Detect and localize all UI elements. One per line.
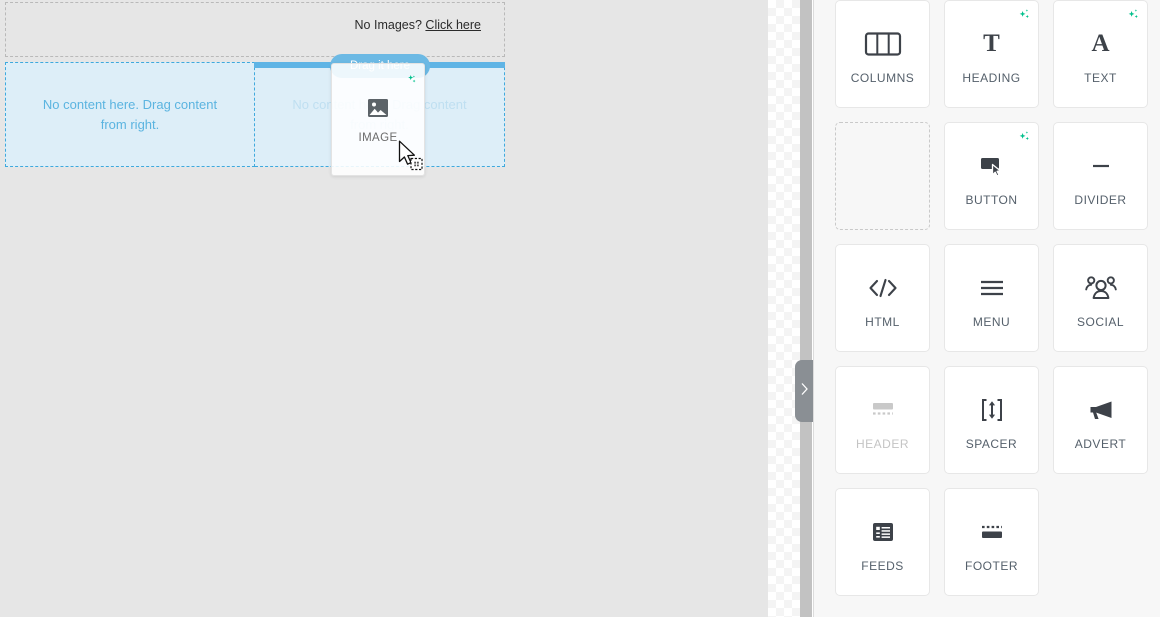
- feeds-icon: [870, 511, 896, 553]
- widget-label: HEADER: [855, 437, 909, 451]
- social-icon: [1083, 267, 1119, 309]
- widget-label: FOOTER: [965, 559, 1018, 573]
- widget-card-divider[interactable]: DIVIDER: [1053, 122, 1148, 230]
- widget-card-heading[interactable]: T HEADING: [944, 0, 1039, 108]
- column-empty-message: No content here. Drag content from right…: [42, 96, 218, 132]
- divider-icon: [1086, 145, 1116, 187]
- widget-card-header[interactable]: HEADER: [835, 366, 930, 474]
- widget-card-spacer[interactable]: SPACER: [944, 366, 1039, 474]
- widget-label: TEXT: [1084, 71, 1117, 85]
- widget-label: SOCIAL: [1076, 315, 1124, 329]
- widget-card-feeds[interactable]: FEEDS: [835, 488, 930, 596]
- menu-icon: [977, 267, 1007, 309]
- canvas-scrollbar-thumb[interactable]: [800, 0, 812, 617]
- widget-grid: COLUMNS T HEADING A TEXT BUTTON DIVIDER …: [835, 0, 1148, 596]
- email-canvas[interactable]: No Images? Click here No content here. D…: [0, 0, 768, 617]
- transparency-checker-strip: [768, 0, 800, 617]
- widget-card-social[interactable]: SOCIAL: [1053, 244, 1148, 352]
- footer-icon: [978, 511, 1006, 553]
- widget-card-empty-slot: [835, 122, 930, 230]
- arrow-drag-copy-cursor: [398, 140, 426, 177]
- heading-icon: T: [983, 30, 1000, 57]
- widget-label: ADVERT: [1074, 437, 1127, 451]
- two-column-row: No content here. Drag content from right…: [5, 62, 505, 167]
- text-icon: A: [1091, 30, 1110, 57]
- email-builder-app: No Images? Click here No content here. D…: [0, 0, 1160, 617]
- widget-label: COLUMNS: [850, 71, 915, 85]
- widget-card-button[interactable]: BUTTON: [944, 122, 1039, 230]
- widget-label: SPACER: [965, 437, 1018, 451]
- image-icon: [332, 98, 424, 118]
- widget-card-advert[interactable]: ADVERT: [1053, 366, 1148, 474]
- widget-label: FEEDS: [861, 559, 904, 573]
- ai-sparkle-icon: [1016, 129, 1032, 150]
- no-images-row: No Images? Click here: [355, 18, 481, 32]
- chevron-right-icon: [800, 382, 809, 401]
- widget-label: BUTTON: [965, 193, 1018, 207]
- panel-collapse-handle[interactable]: [795, 360, 813, 422]
- ai-sparkle-icon: [1016, 7, 1032, 28]
- header-icon: [869, 389, 897, 431]
- no-images-label: No Images?: [354, 18, 422, 32]
- click-here-link[interactable]: Click here: [425, 18, 481, 32]
- header-content-block[interactable]: No Images? Click here: [5, 2, 505, 57]
- widget-card-text[interactable]: A TEXT: [1053, 0, 1148, 108]
- widget-label: MENU: [972, 315, 1011, 329]
- advert-icon: [1086, 389, 1116, 431]
- widget-label: HTML: [865, 315, 900, 329]
- widget-panel: COLUMNS T HEADING A TEXT BUTTON DIVIDER …: [814, 0, 1160, 617]
- columns-icon: [864, 23, 902, 65]
- button-icon: [978, 145, 1006, 187]
- widget-card-menu[interactable]: MENU: [944, 244, 1039, 352]
- html-icon: [866, 267, 900, 309]
- spacer-icon: [978, 389, 1006, 431]
- ai-sparkle-icon: [402, 74, 417, 94]
- ai-sparkle-icon: [1125, 7, 1141, 28]
- widget-label: HEADING: [962, 71, 1021, 85]
- widget-card-footer[interactable]: FOOTER: [944, 488, 1039, 596]
- widget-label: DIVIDER: [1074, 193, 1127, 207]
- widget-card-columns[interactable]: COLUMNS: [835, 0, 930, 108]
- widget-card-html[interactable]: HTML: [835, 244, 930, 352]
- column-drop-zone-left[interactable]: No content here. Drag content from right…: [5, 62, 255, 167]
